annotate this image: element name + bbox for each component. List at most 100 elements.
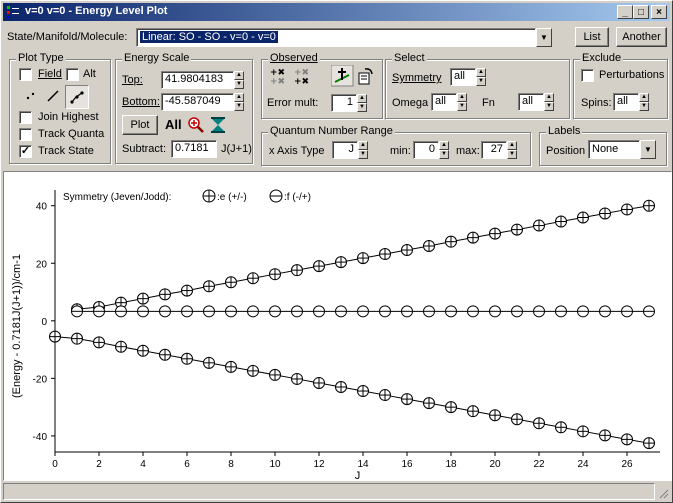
fit-observed-icon[interactable] — [331, 65, 355, 87]
points-style-icon[interactable] — [24, 89, 38, 103]
data-point — [93, 305, 105, 318]
state-select[interactable]: Linear: SO - SO - v=0 - v=0 — [136, 28, 536, 47]
data-point — [599, 207, 611, 220]
symmetry-spinner[interactable]: ▲ ▼ — [476, 68, 486, 86]
observed-marker-icon[interactable]: +✖+✖ — [269, 67, 289, 85]
bottom-input[interactable]: -45.587049 — [161, 93, 234, 111]
max-spinner[interactable]: ▲ ▼ — [507, 141, 517, 159]
points-line-style-icon — [70, 91, 84, 104]
data-point — [335, 380, 347, 393]
data-point — [511, 413, 523, 426]
all-button[interactable]: All — [165, 117, 182, 132]
join-highest-checkbox[interactable] — [19, 111, 32, 124]
position-select[interactable]: None — [588, 140, 640, 159]
exclude-title: Exclude — [580, 52, 624, 64]
chevron-down-icon[interactable]: ▼ — [640, 140, 656, 159]
data-point — [511, 223, 523, 236]
close-button[interactable]: × — [651, 5, 667, 19]
data-point — [357, 305, 369, 318]
data-point — [445, 235, 457, 248]
spins-input[interactable]: all — [613, 93, 639, 111]
size-grip-icon[interactable] — [657, 487, 669, 499]
perturbations-checkbox[interactable] — [581, 69, 594, 82]
plot-panel[interactable]: Symmetry (Jeven/Jodd): :e (+/-) :f (-/+)… — [3, 171, 672, 482]
data-point — [137, 305, 149, 318]
min-label: min: — [390, 145, 411, 157]
track-state-checkbox[interactable]: ✓ — [19, 145, 32, 158]
data-point — [357, 252, 369, 265]
data-point — [555, 215, 567, 228]
hourglass-icon[interactable] — [210, 117, 226, 133]
subtract-input[interactable]: 0.7181 — [171, 140, 217, 158]
observed-list-icon[interactable] — [357, 67, 375, 85]
points-line-style-button[interactable] — [65, 85, 89, 109]
data-point — [423, 305, 435, 318]
data-point — [467, 305, 479, 318]
x-tick-label: 16 — [401, 459, 413, 470]
title-bar[interactable]: v=0 v=0 - Energy Level Plot _ □ × — [3, 3, 670, 21]
error-mult-spinner[interactable]: ▲ ▼ — [357, 94, 367, 112]
list-button[interactable]: List — [575, 27, 609, 47]
x-tick-label: 14 — [357, 459, 369, 470]
x-tick-label: 10 — [269, 459, 281, 470]
axis-type-spinner[interactable]: ▲ ▼ — [358, 141, 368, 159]
data-point — [291, 305, 303, 318]
min-spinner[interactable]: ▲ ▼ — [439, 141, 449, 159]
fn-spinner[interactable]: ▲ ▼ — [544, 93, 554, 111]
axis-type-input[interactable]: J — [332, 141, 358, 159]
symmetry-input[interactable]: all — [450, 68, 476, 86]
error-mult-input[interactable]: 1 — [331, 94, 357, 112]
top-input[interactable]: 41.9804183 — [161, 71, 234, 89]
field-checkbox[interactable] — [19, 68, 32, 81]
data-point — [181, 305, 193, 318]
minimize-button[interactable]: _ — [617, 5, 633, 19]
omega-input[interactable]: all — [431, 93, 457, 111]
data-point — [643, 199, 655, 212]
y-tick-label: 40 — [36, 202, 48, 213]
chevron-down-icon[interactable]: ▼ — [536, 28, 552, 47]
data-point — [159, 288, 171, 301]
data-point — [313, 305, 325, 318]
data-point — [489, 409, 501, 422]
data-point — [643, 437, 655, 450]
x-axis-label: J — [355, 470, 361, 480]
data-point — [445, 305, 457, 318]
bottom-spinner[interactable]: ▲ ▼ — [234, 93, 244, 111]
data-point — [181, 352, 193, 365]
x-tick-label: 4 — [140, 459, 146, 470]
data-point — [533, 219, 545, 232]
another-button[interactable]: Another — [616, 27, 667, 47]
min-input[interactable]: 0 — [413, 141, 439, 159]
energy-level-chart[interactable]: Symmetry (Jeven/Jodd): :e (+/-) :f (-/+)… — [4, 172, 671, 482]
data-point — [181, 284, 193, 297]
observed-marker-alt-icon[interactable]: +✖+✖ — [293, 67, 313, 85]
maximize-button[interactable]: □ — [633, 5, 649, 19]
state-label: State/Manifold/Molecule: — [7, 31, 128, 43]
data-point — [269, 268, 281, 281]
max-input[interactable]: 27 — [481, 141, 507, 159]
data-point — [137, 292, 149, 305]
x-tick-label: 26 — [621, 459, 633, 470]
fn-input[interactable]: all — [518, 93, 544, 111]
status-panel — [3, 483, 655, 500]
omega-spinner[interactable]: ▲ ▼ — [457, 93, 467, 111]
data-point — [621, 203, 633, 216]
data-point — [225, 305, 237, 318]
qn-range-title: Quantum Number Range — [268, 125, 395, 137]
zoom-icon[interactable] — [187, 116, 205, 134]
data-point — [335, 256, 347, 269]
data-point — [93, 336, 105, 349]
track-quanta-checkbox[interactable] — [19, 128, 32, 141]
data-point — [203, 305, 215, 318]
x-tick-label: 0 — [52, 459, 58, 470]
data-point — [313, 376, 325, 389]
data-point — [247, 305, 259, 318]
alt-checkbox[interactable] — [66, 68, 79, 81]
symmetry-label: Symmetry — [392, 72, 442, 84]
spins-spinner[interactable]: ▲ ▼ — [639, 93, 649, 111]
plot-button[interactable]: Plot — [122, 115, 158, 135]
data-point — [445, 401, 457, 414]
line-style-icon[interactable] — [46, 89, 60, 103]
data-point — [423, 239, 435, 252]
top-spinner[interactable]: ▲ ▼ — [234, 71, 244, 89]
